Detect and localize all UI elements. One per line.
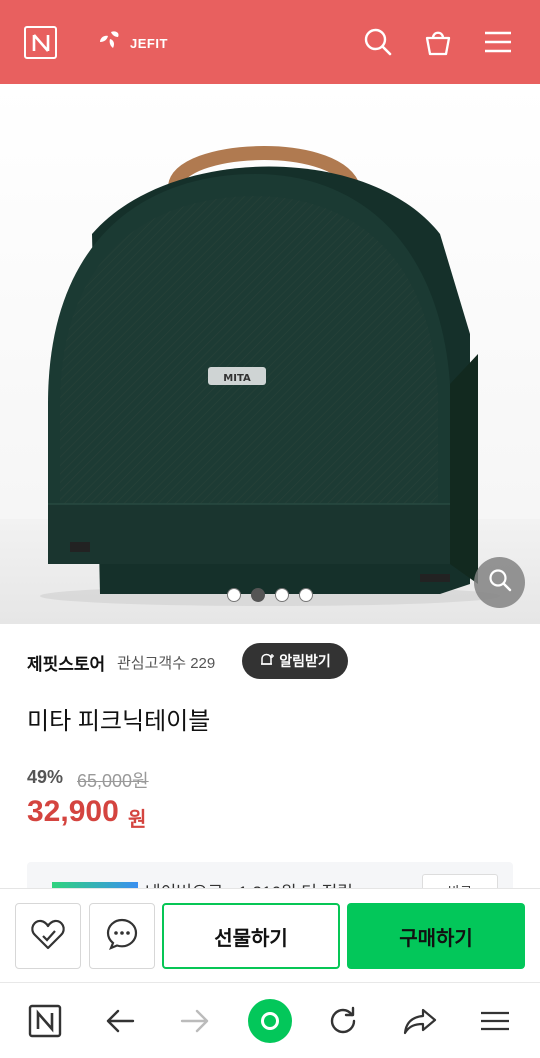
original-price: 65,000원	[77, 771, 149, 791]
menu-icon[interactable]	[475, 1001, 515, 1041]
refresh-icon[interactable]	[324, 1001, 364, 1041]
gift-button[interactable]: 선물하기	[162, 903, 340, 969]
alarm-label: 알림받기	[279, 653, 331, 669]
zoom-icon	[488, 568, 512, 597]
chat-icon	[105, 917, 139, 956]
jefit-logo-icon	[98, 30, 124, 57]
store-favorites: 관심고객수 229	[117, 652, 215, 673]
wishlist-heart-icon	[30, 917, 66, 956]
favorites-label: 관심고객수	[117, 655, 187, 672]
menu-icon[interactable]	[480, 24, 516, 60]
app-header: JEFIT	[0, 0, 540, 84]
chat-button[interactable]	[89, 903, 155, 969]
purchase-action-bar: 선물하기 구매하기	[0, 888, 540, 982]
carousel-dot[interactable]	[299, 588, 313, 602]
product-image[interactable]: MITA	[0, 84, 540, 624]
brand-logo[interactable]: JEFIT	[98, 30, 168, 56]
naver-home-icon[interactable]	[25, 1001, 65, 1041]
browser-toolbar	[0, 982, 540, 1058]
search-icon[interactable]	[360, 24, 396, 60]
zoom-button[interactable]	[474, 557, 525, 608]
naver-n-logo-icon[interactable]	[24, 26, 57, 59]
carousel-dot[interactable]	[227, 588, 241, 602]
carousel-indicator	[227, 588, 313, 602]
carousel-dot-active[interactable]	[251, 588, 265, 602]
bell-plus-icon	[259, 652, 275, 671]
product-title: 미타 피크닉테이블	[27, 708, 211, 735]
back-arrow-icon[interactable]	[100, 1001, 140, 1041]
alarm-button[interactable]: 알림받기	[242, 643, 348, 679]
price-unit: 원	[128, 809, 147, 831]
wishlist-button[interactable]	[15, 903, 81, 969]
cart-icon[interactable]	[420, 24, 456, 60]
product-brand-badge: MITA	[223, 373, 251, 384]
favorites-count: 229	[190, 655, 216, 672]
buy-button[interactable]: 구매하기	[347, 903, 525, 969]
green-dot-icon[interactable]	[247, 998, 293, 1044]
product-illustration: MITA	[0, 146, 540, 624]
share-icon[interactable]	[400, 1001, 440, 1041]
store-name[interactable]: 제핏스토어	[27, 650, 105, 675]
forward-arrow-icon[interactable]	[175, 1001, 215, 1041]
discount-rate: 49%	[27, 767, 64, 787]
brand-name: JEFIT	[130, 35, 168, 51]
carousel-dot[interactable]	[275, 588, 289, 602]
sale-price: 32,900	[27, 795, 119, 828]
